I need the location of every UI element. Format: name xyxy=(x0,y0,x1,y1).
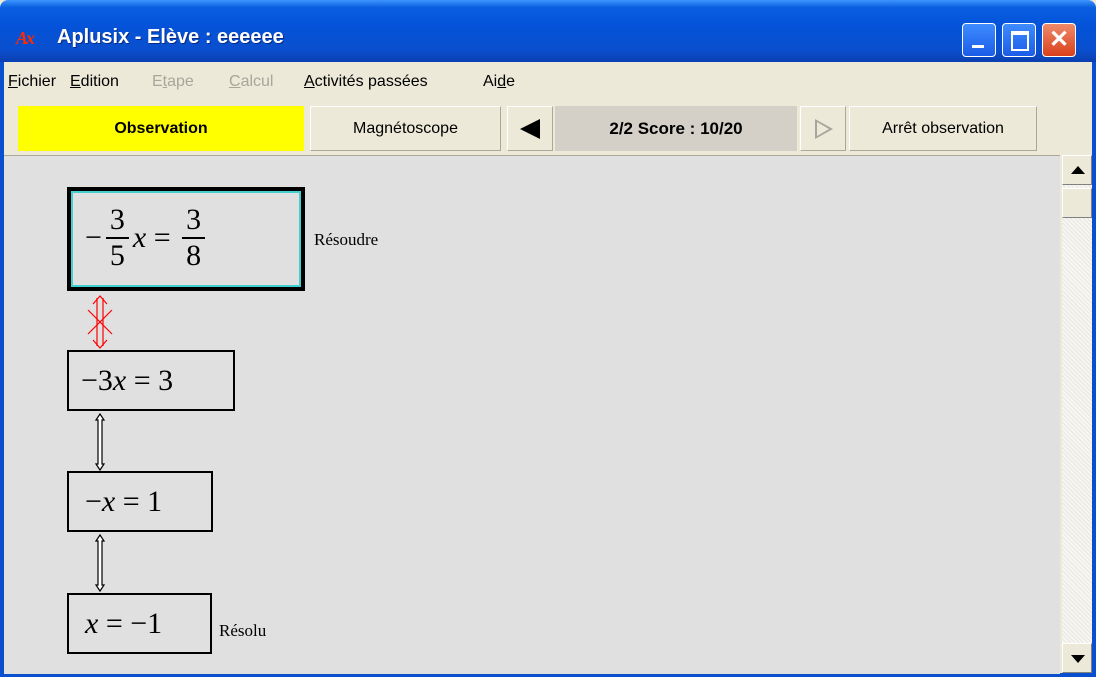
fraction-1: 35 xyxy=(105,203,129,273)
menu-aide-accel: d xyxy=(497,73,507,90)
workspace[interactable]: −3 5 x = 38 Résoudre −3x = 3 −x = 1 x = … xyxy=(4,155,1060,674)
step-4-box[interactable]: x = −1 xyxy=(67,593,212,654)
minimize-icon xyxy=(972,45,984,48)
menu-etape-pre: E xyxy=(152,73,163,90)
equals-sign: = xyxy=(153,221,171,254)
menu-fichier-accel: F xyxy=(8,73,18,90)
menu-edition[interactable]: Edition xyxy=(70,73,119,91)
minus-sign: − xyxy=(81,364,98,397)
variable-x: x xyxy=(112,364,127,397)
menu-activites-label: ctivités passées xyxy=(314,73,428,90)
step-1-label: Résoudre xyxy=(314,230,379,249)
arrow-down-icon xyxy=(1071,655,1085,663)
fraction-2: 38 xyxy=(182,203,206,273)
scroll-down-button[interactable] xyxy=(1062,643,1092,673)
stop-observation-button[interactable]: Arrêt observation xyxy=(849,106,1037,151)
menu-fichier-label: ichier xyxy=(17,73,57,90)
menu-edition-label: dition xyxy=(80,73,119,90)
minimize-button[interactable] xyxy=(962,23,996,57)
menu-fichier[interactable]: Fichier xyxy=(8,73,56,91)
non-equivalent-arrow-icon xyxy=(87,295,113,349)
menu-aide-label: e xyxy=(506,73,516,90)
scroll-up-button[interactable] xyxy=(1062,155,1092,185)
step-4-expression: x = −1 xyxy=(85,607,162,641)
fraction-1-numerator: 3 xyxy=(105,203,129,239)
equivalence-arrow-icon xyxy=(94,533,106,593)
app-logo-icon: Ax xyxy=(16,28,35,48)
fraction-1-denominator: 5 xyxy=(109,239,125,272)
fraction-2-numerator: 3 xyxy=(182,203,206,239)
menu-edition-accel: E xyxy=(70,73,81,90)
variable-x: x xyxy=(85,607,99,640)
menu-activites-passees[interactable]: Activités passées xyxy=(304,73,428,91)
equation-rhs: = 3 xyxy=(126,364,174,397)
equivalence-arrow-icon xyxy=(94,412,106,472)
maximize-button[interactable] xyxy=(1002,23,1036,57)
variable-x: x xyxy=(132,221,147,254)
previous-button[interactable] xyxy=(507,106,553,151)
window-frame-right xyxy=(1092,62,1096,677)
menu-etape[interactable]: Etape xyxy=(152,73,194,91)
score-display: 2/2 Score : 10/20 xyxy=(555,106,797,151)
step-3-expression: −x = 1 xyxy=(85,485,162,519)
menu-aide[interactable]: Aide xyxy=(483,73,515,91)
vertical-scrollbar[interactable] xyxy=(1062,155,1092,673)
close-button[interactable]: ✕ xyxy=(1042,23,1076,57)
variable-x: x xyxy=(101,485,116,518)
close-icon: ✕ xyxy=(1048,26,1070,53)
triangle-right-outline-icon xyxy=(815,119,833,139)
step-1-expression: −3 5 x = 38 xyxy=(85,203,209,273)
step-1-box[interactable]: −3 5 x = 38 xyxy=(67,187,305,291)
step-3-box[interactable]: −x = 1 xyxy=(67,471,213,532)
menu-calcul[interactable]: Calcul xyxy=(229,73,273,91)
window-title: Aplusix - Elève : eeeeee xyxy=(57,26,284,48)
fraction-2-denominator: 8 xyxy=(186,239,202,272)
coefficient: 3 xyxy=(97,364,113,397)
mode-indicator: Observation xyxy=(18,106,304,151)
title-bar[interactable]: Ax Aplusix - Elève : eeeeee ✕ xyxy=(0,0,1096,62)
equation-rhs: = −1 xyxy=(98,607,163,640)
toolbar: Observation Magnétoscope 2/2 Score : 10/… xyxy=(4,101,1092,153)
step-4-label: Résolu xyxy=(219,621,267,640)
step-2-box[interactable]: −3x = 3 xyxy=(67,350,235,411)
menu-calcul-label: alcul xyxy=(240,73,274,90)
application-window: Ax Aplusix - Elève : eeeeee ✕ Fichier Ed… xyxy=(0,0,1096,677)
menu-aide-pre: Ai xyxy=(483,73,498,90)
minus-sign: − xyxy=(85,221,102,254)
step-2-expression: −3x = 3 xyxy=(81,364,173,398)
arrow-up-icon xyxy=(1071,166,1085,174)
equation-rhs: = 1 xyxy=(115,485,163,518)
menu-etape-label: ape xyxy=(167,73,194,90)
magnetoscope-button[interactable]: Magnétoscope xyxy=(310,106,501,151)
triangle-left-icon xyxy=(520,119,540,139)
menu-calcul-accel: C xyxy=(229,73,241,90)
maximize-icon xyxy=(1011,31,1029,51)
scroll-thumb[interactable] xyxy=(1062,188,1092,218)
next-button[interactable] xyxy=(800,106,846,151)
menu-activites-accel: A xyxy=(304,73,315,90)
minus-sign: − xyxy=(85,485,102,518)
menu-bar: Fichier Edition Etape Calcul Activités p… xyxy=(4,64,1092,98)
